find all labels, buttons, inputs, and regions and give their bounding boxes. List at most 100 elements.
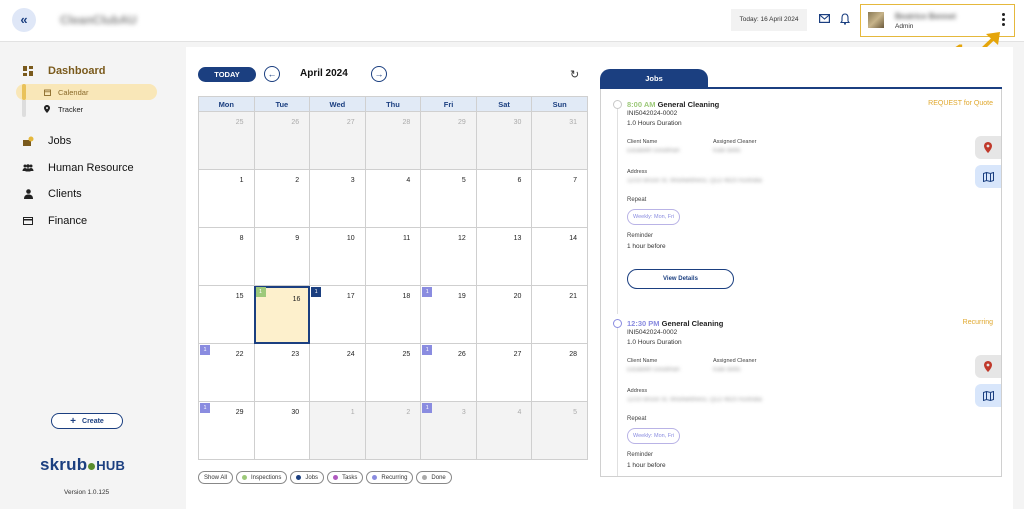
today-button[interactable]: TODAY (198, 67, 256, 82)
sidebar-item-calendar[interactable]: Calendar (16, 84, 157, 100)
repeat-pill: Weekly: Mon, Fri (627, 209, 681, 225)
legend-filter-jobs[interactable]: Jobs (290, 471, 325, 484)
map-button[interactable] (975, 384, 1001, 407)
calendar-day-cell[interactable]: 6 (475, 169, 533, 228)
calendar-day-cell[interactable]: 31 (420, 401, 477, 460)
day-number: 26 (291, 119, 300, 126)
location-pin-icon (984, 361, 992, 372)
event-count-badge[interactable]: 1 (255, 287, 266, 297)
sidebar-item-human-resource[interactable]: Human Resource (22, 162, 134, 174)
calendar-day-cell[interactable]: 23 (253, 343, 311, 402)
main-content: TODAY ← April 2024 → ↻ Mon Tue Wed Thu Fri Sa… (186, 47, 1013, 509)
map-button[interactable] (975, 165, 1001, 188)
calendar-day-cell[interactable]: 7 (531, 169, 588, 228)
calendar-day-cell[interactable]: 4 (364, 169, 422, 228)
calendar-day-cell[interactable]: 8 (198, 227, 255, 286)
event-count-badge[interactable]: 1 (311, 287, 322, 297)
calendar-day-cell[interactable]: 22 1 (198, 343, 255, 402)
tab-jobs[interactable]: Jobs (600, 69, 708, 88)
calendar-day-cell[interactable]: 5 (420, 169, 477, 228)
calendar-day-cell[interactable]: 2 (364, 401, 422, 460)
day-number: 8 (239, 235, 244, 242)
previous-month-button[interactable]: ← (264, 66, 280, 82)
calendar-day-cell[interactable]: 4 (475, 401, 533, 460)
calendar-day-cell[interactable]: 1 (198, 169, 255, 228)
mail-icon[interactable] (819, 14, 830, 23)
legend-filter-done[interactable]: Done (416, 471, 452, 484)
calendar-day-cell[interactable]: 30 (253, 401, 311, 460)
location-button[interactable] (975, 355, 1001, 378)
calendar-day-cell[interactable]: 29 1 (198, 401, 255, 460)
event-count-badge[interactable]: 1 (200, 403, 210, 413)
calendar-day-cell[interactable]: 13 (475, 227, 533, 286)
calendar-day-cell[interactable]: 3 (309, 169, 366, 228)
user-name: Beatrice Bennet (895, 12, 956, 21)
kebab-menu-icon[interactable] (1000, 13, 1006, 29)
assigned-cleaner-value: Kate Betts (713, 148, 741, 154)
calendar-day-cell[interactable]: 15 (198, 285, 255, 344)
calendar-day-cell[interactable]: 9 (253, 227, 311, 286)
legend-label: Jobs (305, 474, 319, 481)
sidebar-item-label: Calendar (58, 87, 89, 97)
reminder-label: Reminder (627, 233, 654, 239)
location-button[interactable] (975, 136, 1001, 159)
calendar-day-cell[interactable]: 27 (475, 343, 533, 402)
calendar-day-cell[interactable]: 17 1 (309, 285, 366, 344)
calendar-day-cell[interactable]: 2 (253, 169, 311, 228)
sidebar-item-jobs[interactable]: Jobs (22, 135, 71, 147)
day-number: 10 (346, 235, 355, 242)
calendar-day-cell[interactable]: 18 (364, 285, 422, 344)
legend-filter-inspections[interactable]: Inspections (236, 471, 288, 484)
reminder-label: Reminder (627, 452, 654, 458)
event-count-badge[interactable]: 1 (200, 345, 210, 355)
event-count-badge[interactable]: 1 (422, 287, 433, 297)
calendar-day-cell[interactable]: 20 (475, 285, 533, 344)
calendar-day-cell[interactable]: 24 (309, 343, 366, 402)
calendar-day-cell[interactable]: 28 (531, 343, 588, 402)
collapse-sidebar-icon[interactable]: « (12, 8, 36, 32)
sidebar-item-clients[interactable]: Clients (22, 188, 82, 200)
day-number: 21 (569, 293, 577, 300)
view-details-button[interactable]: View Details (627, 269, 734, 289)
calendar-day-cell[interactable]: 21 (531, 285, 588, 344)
sidebar-item-finance[interactable]: Finance (22, 215, 87, 227)
day-number: 1 (239, 177, 244, 184)
calendar-day-cell[interactable]: 1 (309, 401, 366, 460)
calendar-day-cell[interactable]: 12 (420, 227, 477, 286)
calendar-day-cell[interactable]: 26 1 (420, 343, 477, 402)
sidebar-item-tracker[interactable]: Tracker (16, 101, 157, 117)
legend-filter-tasks[interactable]: Tasks (327, 471, 364, 484)
legend-filter-show-all[interactable]: Show All (198, 471, 234, 484)
calendar-day-cell[interactable]: 28 (364, 111, 422, 170)
bell-icon[interactable] (840, 13, 850, 25)
calendar-day-cell[interactable]: 19 1 (420, 285, 477, 344)
create-button[interactable]: + Create (51, 413, 123, 429)
legend-filter-recurring[interactable]: Recurring (366, 471, 414, 484)
calendar-day-cell[interactable]: 11 (364, 227, 422, 286)
day-number: 13 (513, 235, 522, 242)
sidebar-item-dashboard[interactable]: Dashboard (22, 65, 105, 77)
event-count-badge[interactable]: 1 (422, 345, 433, 355)
event-count-badge[interactable]: 1 (422, 403, 433, 413)
calendar-day-cell[interactable]: 14 (531, 227, 588, 286)
calendar-day-cell[interactable]: 16 1 (253, 285, 311, 344)
app-logo: skrub HUB (40, 455, 125, 475)
day-number: 17 (346, 293, 355, 300)
day-number: 16 (292, 296, 301, 303)
calendar-day-cell[interactable]: 5 (531, 401, 588, 460)
refresh-icon[interactable]: ↻ (570, 68, 579, 81)
weekday-header: Sat (475, 96, 533, 112)
next-month-button[interactable]: → (371, 66, 387, 82)
timeline-dot (613, 100, 622, 109)
calendar-day-cell[interactable]: 27 (309, 111, 366, 170)
calendar-day-cell[interactable]: 10 (309, 227, 366, 286)
day-number: 23 (291, 351, 300, 358)
arrow-right-icon: → (374, 69, 384, 79)
calendar-day-cell[interactable]: 26 (253, 111, 311, 170)
calendar-day-cell[interactable]: 31 (531, 111, 588, 170)
calendar-day-cell[interactable]: 25 (198, 111, 255, 170)
calendar-day-cell[interactable]: 29 (420, 111, 477, 170)
calendar-day-cell[interactable]: 25 (364, 343, 422, 402)
weekday-header: Mon (198, 96, 255, 112)
calendar-day-cell[interactable]: 30 (475, 111, 533, 170)
